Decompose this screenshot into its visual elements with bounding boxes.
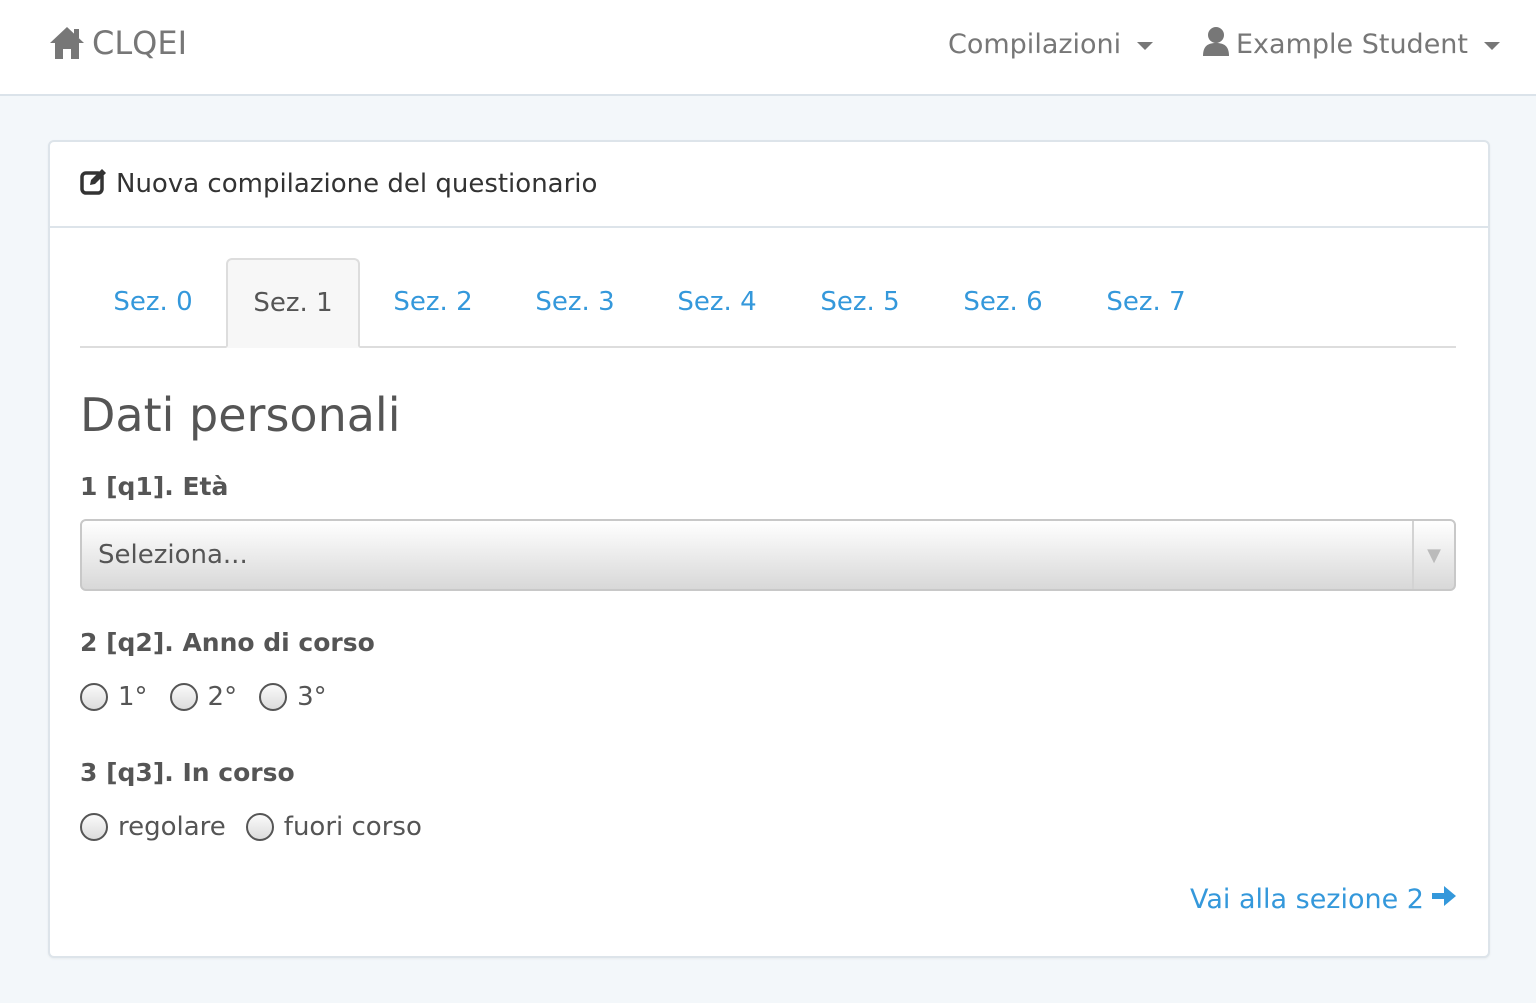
brand-link[interactable]: CLQEI	[48, 22, 187, 64]
age-select[interactable]: Seleziona... ▼	[80, 519, 1456, 591]
select-arrow-icon: ▼	[1412, 521, 1454, 589]
tab-sez-7[interactable]: Sez. 7	[1074, 258, 1218, 346]
radio-button[interactable]	[245, 813, 274, 841]
brand-name: CLQEI	[92, 24, 188, 62]
top-navbar: CLQEI Compilazioni Example Student	[0, 0, 1536, 96]
tab-sez-0[interactable]: Sez. 0	[80, 258, 226, 346]
user-dropdown[interactable]: Example Student	[1202, 26, 1501, 63]
status-radio-group: regolare fuori corso	[80, 812, 422, 842]
compilazioni-label: Compilazioni	[948, 28, 1122, 60]
caret-down-icon	[1484, 41, 1501, 50]
year-radio-group: 1° 2° 3°	[80, 682, 327, 712]
radio-label: fuori corso	[283, 812, 422, 842]
arrow-right-icon	[1430, 884, 1458, 915]
question-label-q1: 1 [q1]. Età	[80, 472, 229, 501]
next-section-label: Vai alla sezione 2	[1189, 884, 1424, 915]
radio-button[interactable]	[259, 683, 288, 711]
user-icon	[1202, 26, 1230, 63]
year-option-1[interactable]: 1°	[80, 682, 148, 712]
tab-sez-1[interactable]: Sez. 1	[226, 258, 360, 348]
panel-title: Nuova compilazione del questionario	[116, 169, 598, 199]
section-title: Dati personali	[80, 388, 401, 442]
caret-down-icon	[1137, 41, 1154, 50]
tab-sez-5[interactable]: Sez. 5	[788, 258, 932, 346]
home-icon	[48, 25, 86, 61]
radio-label: 3°	[297, 682, 327, 712]
age-select-placeholder: Seleziona...	[98, 540, 248, 570]
radio-button[interactable]	[80, 683, 108, 711]
panel-heading: Nuova compilazione del questionario	[50, 142, 1488, 228]
next-section-link[interactable]: Vai alla sezione 2	[1190, 884, 1458, 915]
tab-sez-2[interactable]: Sez. 2	[362, 258, 504, 346]
compilazioni-dropdown[interactable]: Compilazioni	[948, 26, 1154, 62]
edit-icon	[80, 167, 108, 202]
tab-sez-3[interactable]: Sez. 3	[504, 258, 646, 346]
question-label-q3: 3 [q3]. In corso	[80, 758, 295, 787]
year-option-3[interactable]: 3°	[259, 682, 327, 712]
questionnaire-panel: Nuova compilazione del questionario Sez.…	[48, 140, 1490, 958]
radio-button[interactable]	[80, 813, 108, 841]
status-option-fuori-corso[interactable]: fuori corso	[245, 812, 422, 842]
user-name: Example Student	[1236, 28, 1469, 60]
section-tabs: Sez. 0 Sez. 1 Sez. 2 Sez. 3 Sez. 4 Sez. …	[80, 258, 1456, 348]
tab-sez-6[interactable]: Sez. 6	[932, 258, 1074, 346]
tab-sez-4[interactable]: Sez. 4	[646, 258, 788, 346]
year-option-2[interactable]: 2°	[169, 682, 238, 712]
question-label-q2: 2 [q2]. Anno di corso	[80, 628, 375, 657]
radio-button[interactable]	[169, 683, 198, 711]
radio-label: 2°	[207, 682, 238, 712]
radio-label: 1°	[118, 682, 148, 712]
status-option-regolare[interactable]: regolare	[80, 812, 226, 842]
radio-label: regolare	[118, 812, 226, 842]
